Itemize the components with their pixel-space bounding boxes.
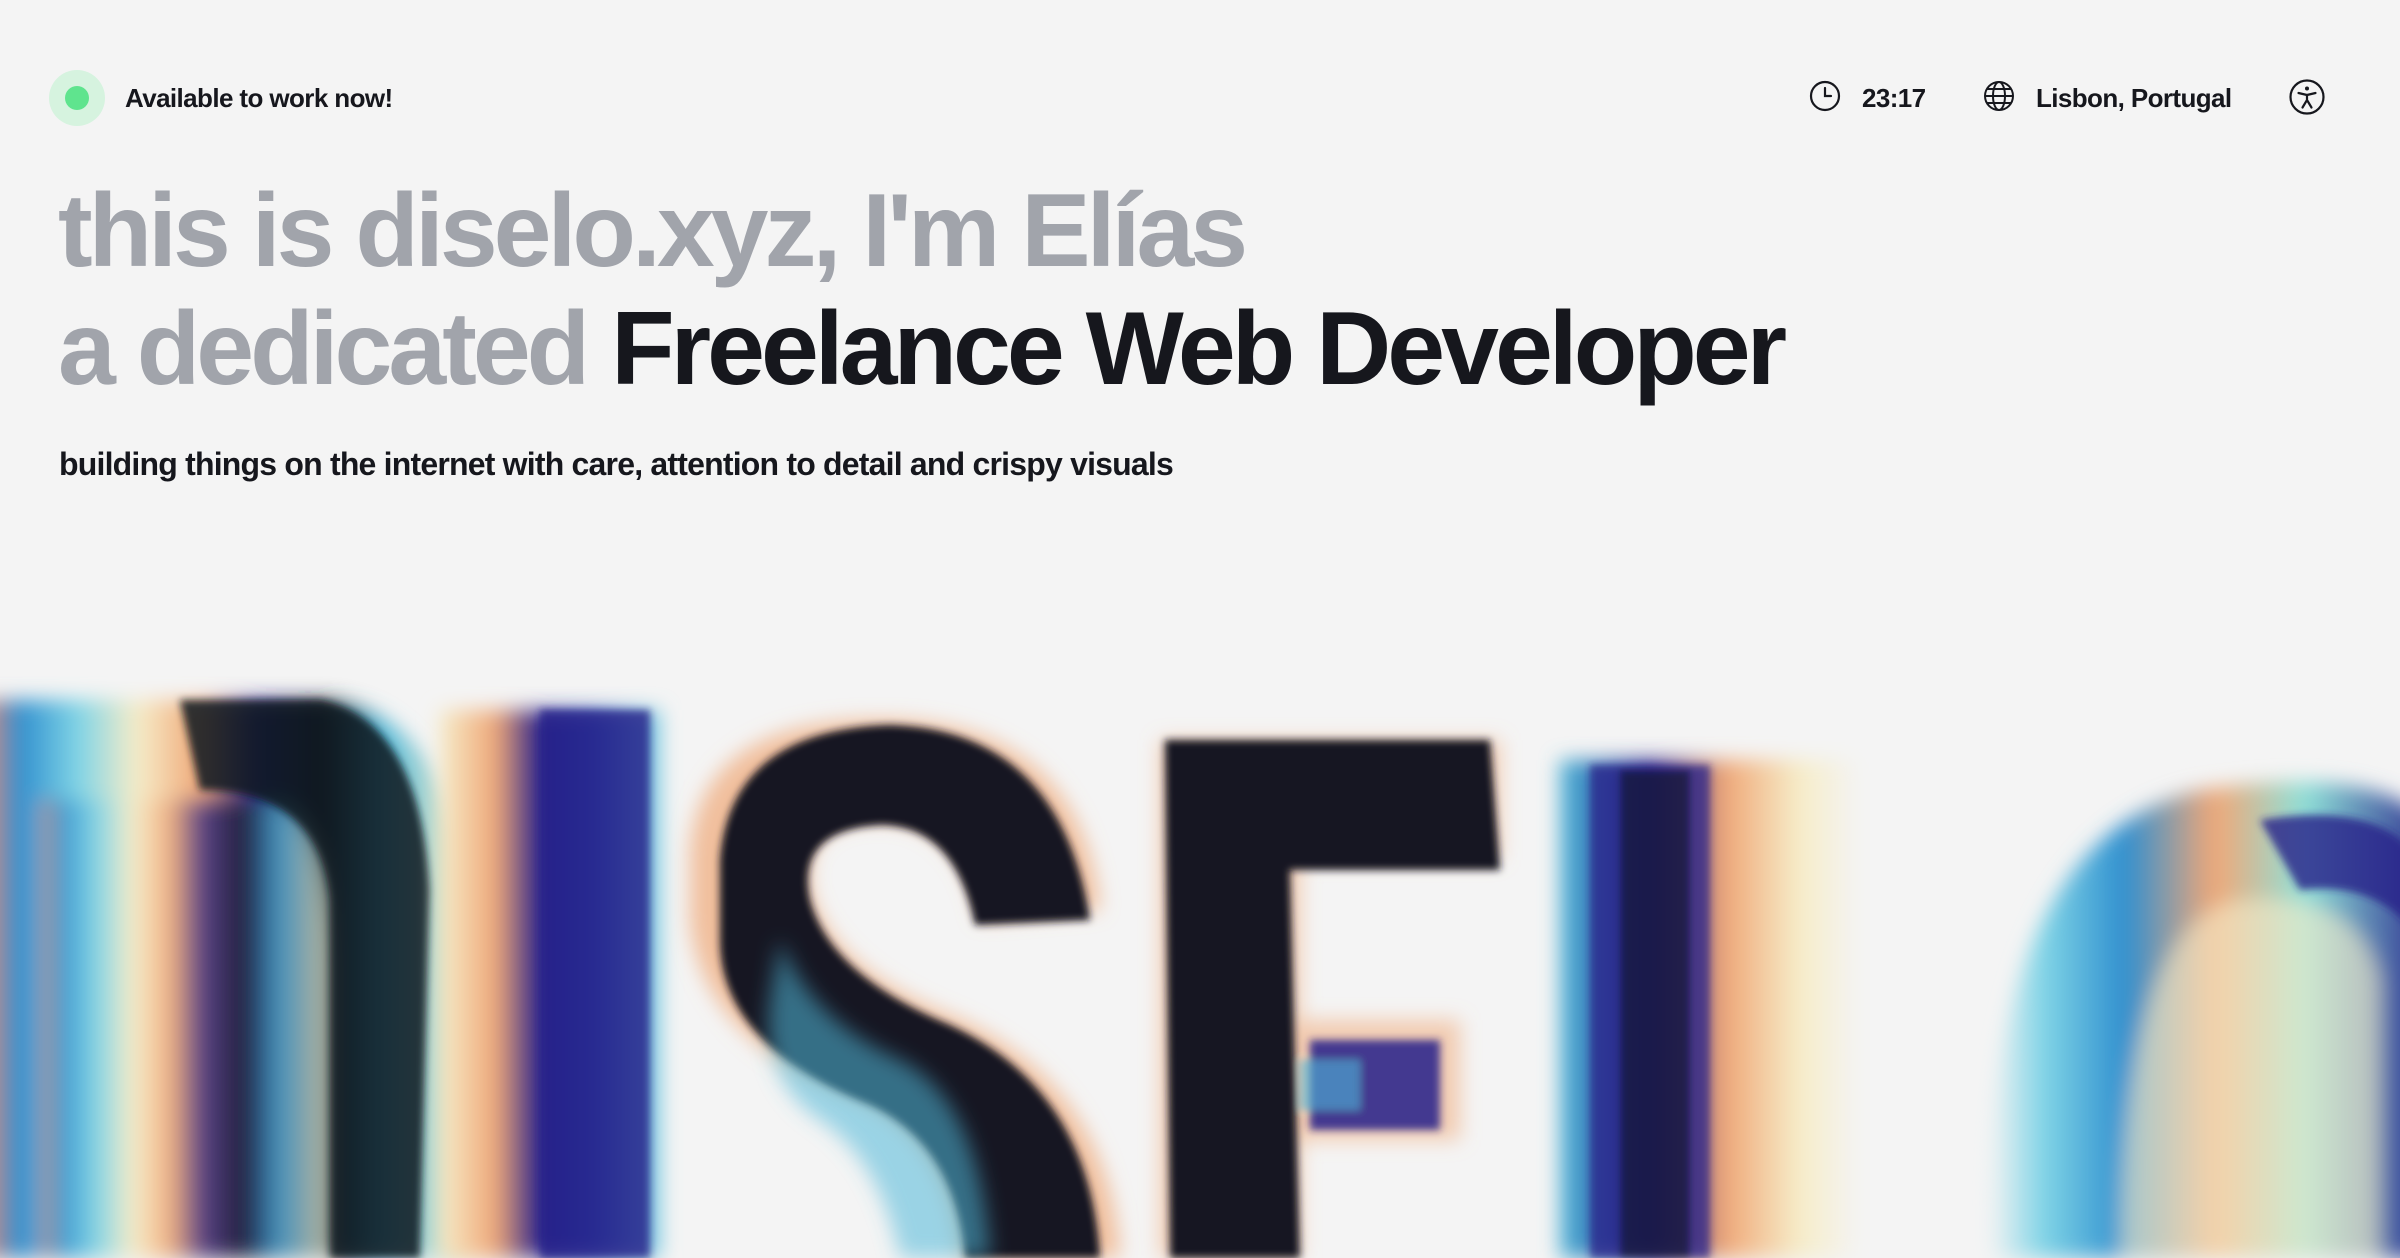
hero-line-1: this is diselo.xyz, I'm Elías — [58, 173, 1248, 289]
local-time: 23:17 — [1808, 78, 1926, 118]
location-text: Lisbon, Portugal — [2036, 82, 2232, 113]
tagline: building things on the internet with car… — [59, 446, 1174, 482]
page: Available to work now! 23:17 Lisbon, Por… — [0, 0, 2400, 1258]
location: Lisbon, Portugal — [1982, 78, 2232, 118]
hero-heading: this is diselo.xyz, I'm Elías a dedicate… — [58, 172, 2258, 408]
top-bar: Available to work now! 23:17 Lisbon, Por… — [0, 0, 2400, 196]
status-dot-icon — [49, 70, 105, 126]
diselo-art — [0, 640, 2400, 1258]
availability-text: Available to work now! — [125, 82, 393, 113]
availability-status: Available to work now! — [49, 70, 393, 126]
diselo-art-graphic — [0, 700, 2400, 1258]
accessibility-button[interactable] — [2288, 78, 2326, 116]
globe-icon — [1982, 79, 2016, 118]
accessibility-icon — [2288, 79, 2326, 120]
hero-line-2-muted: a dedicated — [58, 291, 590, 407]
hero-line-2: a dedicated Freelance Web Developer — [58, 290, 2258, 408]
clock-icon — [1808, 79, 1842, 118]
time-text: 23:17 — [1862, 82, 1926, 113]
hero-line-2-strong: Freelance Web Developer — [611, 291, 1787, 407]
